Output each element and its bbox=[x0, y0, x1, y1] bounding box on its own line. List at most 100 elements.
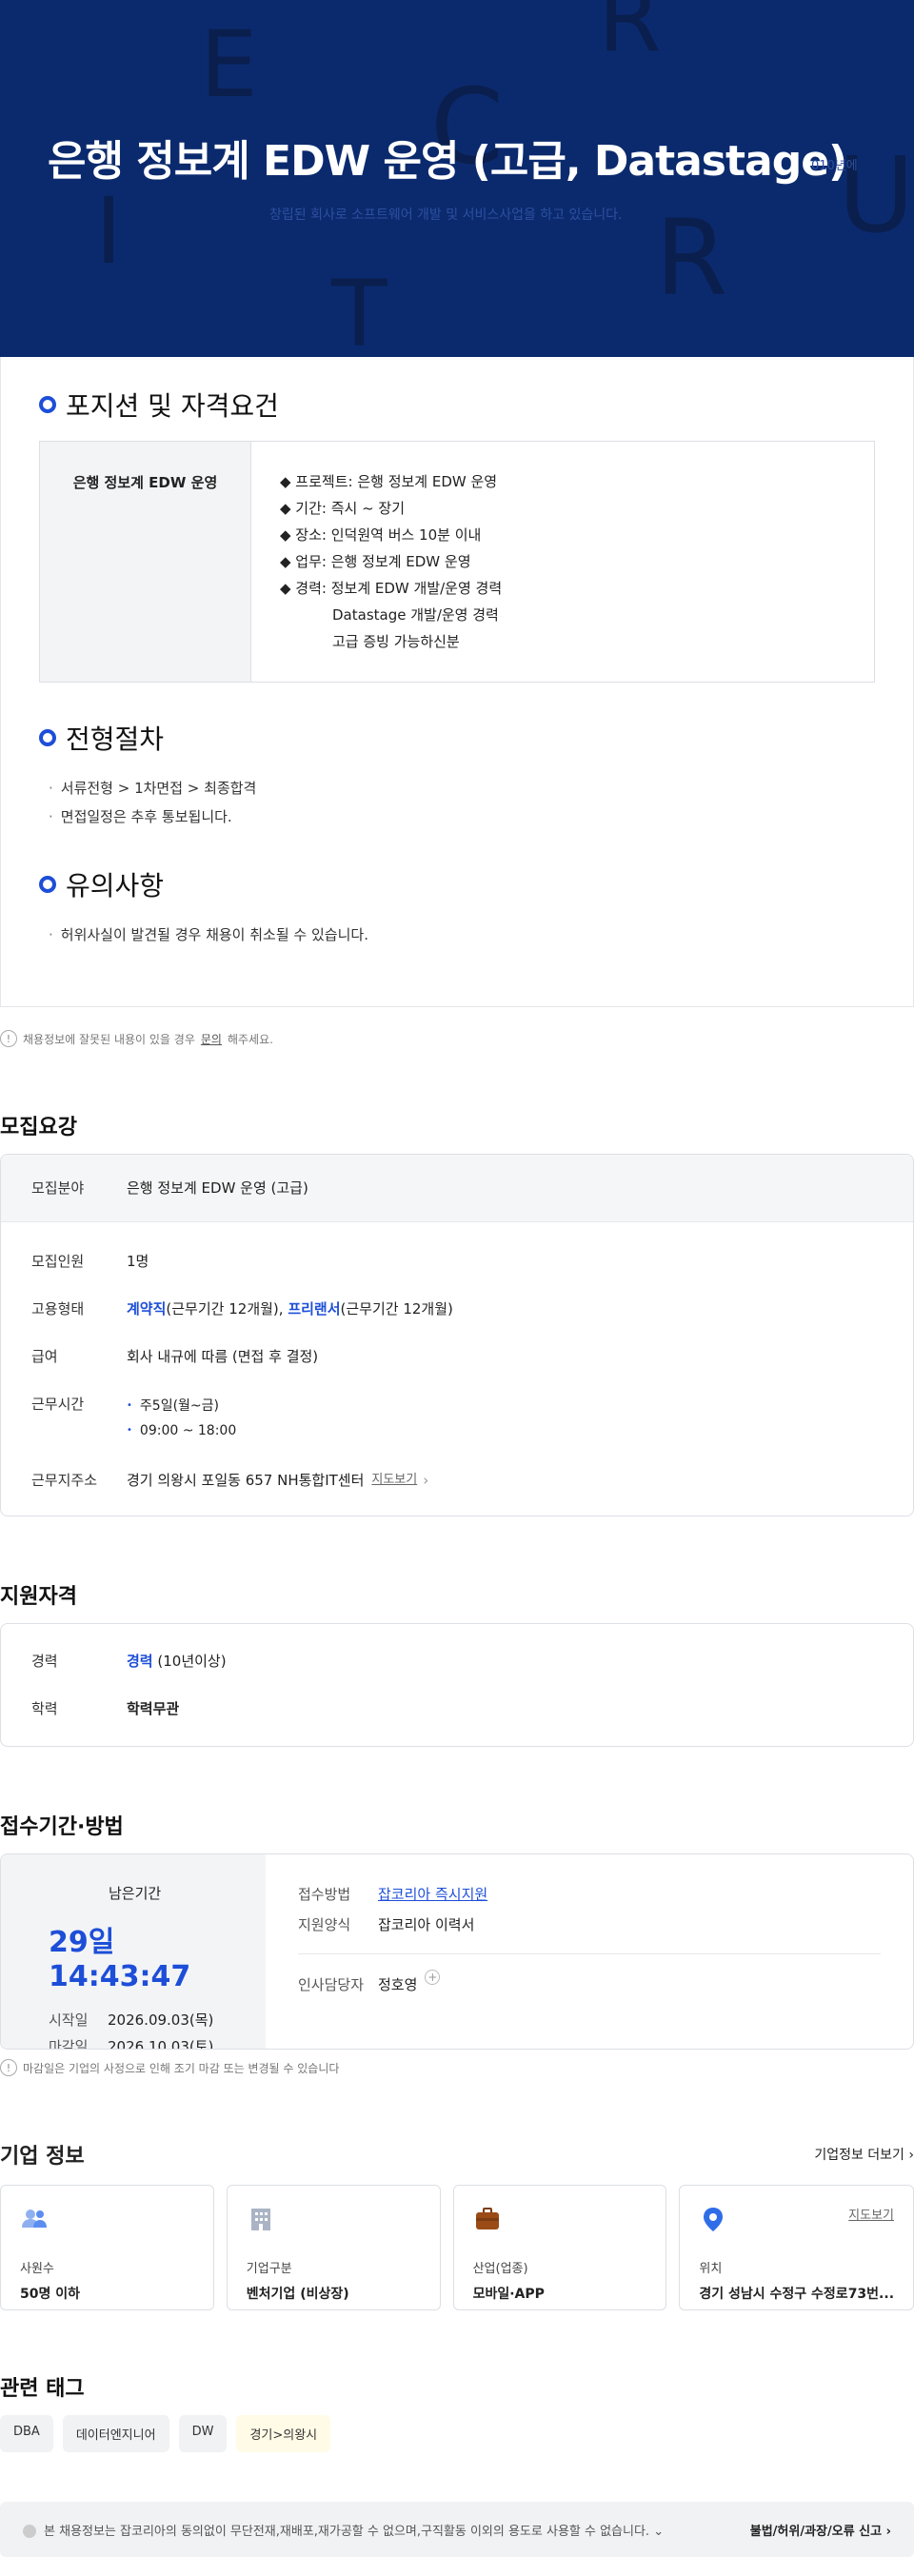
info-icon: ! bbox=[0, 1030, 17, 1047]
map-view-link[interactable]: 지도보기 bbox=[371, 1470, 417, 1491]
requirement-line: ◆ 경력: 정보계 EDW 개발/운영 경력 bbox=[280, 580, 503, 597]
card-label: 산업(업종) bbox=[472, 2262, 528, 2276]
company-section-title: 기업 정보 bbox=[0, 2145, 85, 2169]
notice-dot-icon bbox=[23, 2525, 36, 2538]
hours-label: 근무시간 bbox=[31, 1396, 85, 1413]
location-pin-icon bbox=[704, 2208, 724, 2231]
type-contract: 계약직 bbox=[127, 1300, 167, 1318]
company-map-link[interactable]: 지도보기 bbox=[848, 2205, 894, 2223]
company-more-link[interactable]: 기업정보 더보기 › bbox=[814, 2145, 914, 2164]
recruit-hours-row: 근무시간 주5일(월~금) 09:00 ~ 18:00 bbox=[1, 1380, 913, 1456]
process-section-header: 전형절차 bbox=[39, 719, 875, 757]
card-label: 위치 bbox=[699, 2262, 723, 2276]
company-card-type: 기업구분 벤처기업 (비상장) bbox=[226, 2185, 441, 2310]
chevron-down-icon: ⌄ bbox=[653, 2524, 665, 2539]
tag-list: DBA 데이터엔지니어 DW 경기>의왕시 bbox=[0, 2415, 914, 2452]
type-freelancer: 프리랜서 bbox=[288, 1300, 341, 1318]
quick-apply-link[interactable]: 잡코리아 즉시지원 bbox=[378, 1879, 487, 1910]
hours-value: 주5일(월~금) 09:00 ~ 18:00 bbox=[127, 1394, 236, 1443]
edu-row: 학력 학력무관 bbox=[1, 1685, 913, 1733]
apply-section-title: 접수기간·방법 bbox=[0, 1815, 124, 1839]
requirement-line: ◆ 기간: 즉시 ~ 장기 bbox=[280, 500, 406, 517]
footer-notice-text: 본 채용정보는 잡코리아의 동의없이 무단전재,재배포,재가공할 수 없으며,구… bbox=[44, 2524, 650, 2539]
deco-letter: R bbox=[598, 0, 662, 72]
apply-method-panel: 접수방법 잡코리아 즉시지원 지원양식 잡코리아 이력서 인사담당자 정호영 + bbox=[266, 1854, 913, 2049]
end-date-row: 마감일 2026.10.03(토) bbox=[49, 2033, 266, 2050]
type-freelancer-detail: (근무기간 12개월) bbox=[340, 1300, 453, 1318]
apply-box: 남은기간 29일 14:43:47 시작일 2026.09.03(목) 마감일 20… bbox=[0, 1853, 914, 2050]
remain-value: 29일 14:43:47 bbox=[49, 1926, 191, 1993]
notice-prefix: 채용정보에 잘못된 내용이 있을 경우 bbox=[23, 1032, 195, 1046]
deadline-note: 마감일은 기업의 사정으로 인해 조기 마감 또는 변경될 수 있습니다 bbox=[23, 2061, 340, 2075]
deco-letter: T bbox=[331, 261, 387, 357]
position-table: 은행 정보계 EDW 운영 ◆ 프로젝트: 은행 정보계 EDW 운영 ◆ 기간… bbox=[39, 441, 875, 683]
start-label: 시작일 bbox=[49, 2011, 89, 2029]
deadline-panel: 남은기간 29일 14:43:47 시작일 2026.09.03(목) 마감일 20… bbox=[1, 1854, 266, 2049]
requirement-line: 고급 증빙 가능하신분 bbox=[332, 633, 460, 650]
caution-section-title: 유의사항 bbox=[66, 870, 165, 902]
card-value: 50명 이하 bbox=[20, 2287, 80, 2302]
type-label: 고용형태 bbox=[31, 1300, 85, 1318]
recruit-section-title: 모집요강 bbox=[0, 1116, 77, 1139]
footer-notice[interactable]: 본 채용정보는 잡코리아의 동의없이 무단전재,재배포,재가공할 수 없으며,구… bbox=[23, 2521, 664, 2539]
position-requirements: ◆ 프로젝트: 은행 정보계 EDW 운영 ◆ 기간: 즉시 ~ 장기 ◆ 장소… bbox=[251, 442, 530, 682]
hero-side-text: 010년에 bbox=[811, 159, 858, 173]
tag-item[interactable]: DBA bbox=[0, 2415, 53, 2452]
hours-days: 주5일(월~금) bbox=[127, 1394, 236, 1418]
field-value: 은행 정보계 EDW 운영 (고급) bbox=[127, 1179, 308, 1197]
deco-letter: R bbox=[655, 197, 728, 319]
qual-box: 경력 경력 (10년이상) 학력 학력무관 bbox=[0, 1623, 914, 1747]
hero-subtitle: 창립된 회사로 소프트웨어 개발 및 서비스사업을 하고 있습니다. bbox=[269, 208, 623, 223]
plus-icon[interactable]: + bbox=[425, 1970, 441, 1985]
manager-label: 인사담당자 bbox=[298, 1976, 365, 1993]
process-list: 서류전형 > 1차면접 > 최종합격 면접일정은 추후 통보됩니다. bbox=[49, 774, 875, 831]
form-value: 잡코리아 이력서 bbox=[378, 1916, 475, 1933]
recruit-box: 모집분야 은행 정보계 EDW 운영 (고급) 모집인원 1명 고용형태 계약직… bbox=[0, 1154, 914, 1516]
ring-icon bbox=[39, 396, 56, 413]
deco-letter: I bbox=[95, 178, 123, 285]
career-row: 경력 경력 (10년이상) bbox=[1, 1637, 913, 1685]
footer-notice-bar: 본 채용정보는 잡코리아의 동의없이 무단전재,재배포,재가공할 수 없으며,구… bbox=[0, 2502, 914, 2557]
card-value: 벤처기업 (비상장) bbox=[246, 2287, 349, 2302]
qual-section-title: 지원자격 bbox=[0, 1585, 77, 1609]
career-value: 경력 bbox=[127, 1653, 153, 1670]
recruit-count-row: 모집인원 1명 bbox=[1, 1238, 913, 1285]
recruit-address-row: 근무지주소 경기 의왕시 포일동 657 NH통합IT센터 지도보기 › bbox=[1, 1456, 913, 1504]
recruit-field-row: 모집분야 은행 정보계 EDW 운영 (고급) bbox=[1, 1155, 913, 1222]
end-value: 2026.10.03(토) bbox=[108, 2038, 214, 2050]
field-label: 모집분야 bbox=[31, 1179, 85, 1197]
caution-section-header: 유의사항 bbox=[39, 865, 875, 903]
bottom-spacer bbox=[0, 2557, 914, 2576]
edu-value: 학력무관 bbox=[127, 1700, 180, 1717]
deadline-notice: ! 마감일은 기업의 사정으로 인해 조기 마감 또는 변경될 수 있습니다 bbox=[0, 2059, 914, 2076]
report-link[interactable]: 불법/허위/과장/오류 신고 › bbox=[750, 2521, 891, 2539]
tag-item[interactable]: 경기>의왕시 bbox=[236, 2415, 331, 2452]
ring-icon bbox=[39, 729, 56, 746]
position-name: 은행 정보계 EDW 운영 bbox=[40, 442, 251, 682]
inquiry-link[interactable]: 문의 bbox=[201, 1031, 222, 1047]
building-icon bbox=[250, 2209, 270, 2230]
position-section-header: 포지션 및 자격요건 bbox=[39, 386, 875, 424]
tag-item[interactable]: 데이터엔지니어 bbox=[62, 2415, 169, 2452]
recruit-type-row: 고용형태 계약직(근무기간 12개월), 프리랜서(근무기간 12개월) bbox=[1, 1285, 913, 1333]
info-icon: ! bbox=[0, 2059, 17, 2076]
hours-time: 09:00 ~ 18:00 bbox=[127, 1418, 236, 1443]
recruit-salary-row: 급여 회사 내규에 따름 (면접 후 결정) bbox=[1, 1333, 913, 1380]
process-section-title: 전형절차 bbox=[66, 723, 165, 755]
address-label: 근무지주소 bbox=[31, 1472, 98, 1489]
tag-item[interactable]: DW bbox=[178, 2415, 228, 2452]
salary-label: 급여 bbox=[31, 1348, 58, 1365]
type-contract-detail: (근무기간 12개월), bbox=[166, 1300, 288, 1318]
edu-label: 학력 bbox=[31, 1700, 58, 1717]
address-value: 경기 의왕시 포일동 657 NH통합IT센터 bbox=[127, 1472, 365, 1489]
divider bbox=[298, 1953, 881, 1954]
notice-suffix: 해주세요. bbox=[227, 1032, 273, 1046]
company-card-employees: 사원수 50명 이하 bbox=[0, 2185, 214, 2310]
deco-letter: E bbox=[200, 11, 258, 118]
requirement-line: ◆ 장소: 인덕원역 버스 10분 이내 bbox=[280, 526, 482, 544]
briefcase-icon bbox=[475, 2208, 499, 2229]
manager-value: 정호영 bbox=[378, 1976, 418, 1993]
ring-icon bbox=[39, 876, 56, 893]
count-label: 모집인원 bbox=[31, 1253, 85, 1270]
position-section-title: 포지션 및 자격요건 bbox=[66, 390, 279, 422]
